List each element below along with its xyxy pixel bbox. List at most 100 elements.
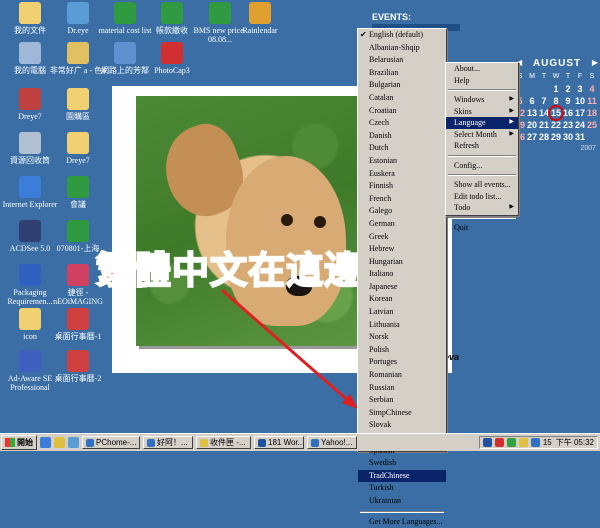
language-item[interactable]: French (358, 193, 446, 206)
context-menu-label: Refresh (454, 141, 479, 150)
start-button[interactable]: 開始 (1, 435, 37, 450)
context-menu-item[interactable]: Windows ▶ (446, 94, 518, 106)
language-item[interactable]: Belarusian (358, 54, 446, 67)
context-menu-label: Config... (454, 160, 483, 170)
language-item[interactable]: ✔ English (default) (358, 29, 446, 42)
language-item[interactable]: Russian (358, 382, 446, 395)
menu-separator (448, 89, 516, 91)
context-menu-item[interactable]: Config... (446, 160, 518, 172)
language-item-label: Galego (369, 206, 393, 216)
language-item[interactable]: Serbian (358, 394, 446, 407)
language-item-label: Korean (369, 294, 393, 304)
language-item-label: English (default) (369, 30, 423, 39)
language-item[interactable]: Romanian (358, 369, 446, 382)
language-item[interactable]: Estonian (358, 155, 446, 168)
context-menu-item[interactable]: Select Month ▶ (446, 129, 518, 141)
context-menu-item[interactable]: Skins ▶ (446, 106, 518, 118)
language-item-label: Ukrainian (369, 495, 401, 505)
menu-separator (448, 216, 516, 219)
taskbar-button[interactable]: 收件匣 -... (196, 436, 251, 449)
tray-icon[interactable] (518, 438, 528, 447)
language-item[interactable]: Hebrew (358, 243, 446, 256)
app-icon (258, 438, 266, 447)
language-item-label: German (369, 218, 395, 228)
language-item-label: Croatian (369, 105, 397, 115)
context-menu-label: Language (454, 118, 486, 127)
show-desktop-icon[interactable] (68, 437, 79, 448)
taskbar-button-label: Yahoo!... (321, 438, 353, 447)
taskbar-button[interactable]: Yahoo!... (307, 436, 357, 449)
language-item[interactable]: Ukrainian (358, 495, 446, 508)
context-menu-item[interactable]: Refresh (446, 140, 518, 152)
taskbar: 開始 PChome-... 好阿！... 收件匣 -... 181 Wor... Yah… (0, 433, 600, 451)
language-item-label: Turkish (369, 483, 394, 493)
language-menu: ✔ English (default) Albanian-Shqip Belarusi… (357, 28, 447, 526)
tray-icon[interactable] (482, 438, 492, 447)
language-item-label: Italiano (369, 269, 394, 279)
language-item-label: Polish (369, 344, 390, 354)
language-item-label: Serbian (369, 395, 394, 405)
language-item[interactable]: Bulgarian (358, 79, 446, 92)
taskbar-button[interactable]: 好阿！... (143, 436, 193, 449)
language-item[interactable]: Lithuania (358, 319, 446, 332)
language-item[interactable]: Brazilian (358, 67, 446, 80)
language-item[interactable]: Korean (358, 293, 446, 306)
language-item[interactable]: Czech (358, 117, 446, 130)
language-item-label: Dutch (369, 143, 389, 153)
language-item[interactable]: Italiano (358, 268, 446, 281)
tray-icon[interactable] (494, 438, 504, 447)
ie-quicklaunch-icon[interactable] (40, 437, 51, 448)
context-menu-item[interactable]: About... (446, 63, 518, 75)
language-item[interactable]: Japanese (358, 281, 446, 294)
language-item[interactable]: Portuges (358, 356, 446, 369)
context-menu-item[interactable]: Show all events... (446, 179, 518, 191)
submenu-arrow-icon: ▶ (509, 107, 514, 114)
language-item[interactable]: German (358, 218, 446, 231)
tray-number[interactable]: 15 (543, 438, 552, 447)
language-item-label: Catalan (369, 92, 394, 102)
menu-separator (448, 154, 516, 157)
language-item-label: Japanese (369, 281, 398, 291)
checkmark-icon: ✔ (360, 30, 367, 39)
context-menu-item[interactable]: Edit todo list... (446, 191, 518, 203)
language-item[interactable]: Finnish (358, 180, 446, 193)
language-item[interactable]: Swedish (358, 457, 446, 470)
language-item[interactable]: Latvian (358, 306, 446, 319)
language-item[interactable]: Polish (358, 344, 446, 357)
language-item[interactable]: Greek (358, 231, 446, 244)
language-item[interactable]: Hungarian (358, 256, 446, 269)
language-item[interactable]: Turkish (358, 482, 446, 495)
language-item[interactable]: Albanian-Shqip (358, 42, 446, 55)
taskbar-button[interactable]: PChome-... (82, 436, 140, 449)
tray-icon[interactable] (530, 438, 540, 447)
outlook-quicklaunch-icon[interactable] (54, 437, 65, 448)
context-menu-item[interactable]: Language ▶ (446, 117, 518, 129)
language-item[interactable]: Norsk (358, 331, 446, 344)
language-item[interactable]: Galego (358, 205, 446, 218)
taskbar-button-label: PChome-... (96, 438, 137, 447)
language-item-label: Czech (369, 118, 389, 128)
language-item[interactable]: Danish (358, 130, 446, 143)
taskbar-button[interactable]: 181 Wor... (254, 436, 304, 449)
context-menu-item[interactable]: Help (446, 75, 518, 87)
language-item[interactable]: TradChinese (358, 469, 446, 483)
language-item-label: Slovak (369, 420, 392, 430)
context-menu-item[interactable]: Quit (446, 222, 518, 234)
language-item[interactable]: SimpChinese (358, 407, 446, 420)
language-item[interactable]: Euskera (358, 168, 446, 181)
language-item-label: French (369, 193, 392, 203)
tray-icon[interactable] (506, 438, 516, 447)
menu-separator (448, 174, 516, 176)
submenu-arrow-icon: ▶ (509, 96, 514, 102)
language-item[interactable]: Dutch (358, 142, 446, 155)
clock[interactable]: 下午 05:32 (556, 437, 594, 448)
language-item-label: Estonian (369, 155, 397, 165)
language-item[interactable]: Catalan (358, 92, 446, 105)
app-icon (200, 438, 208, 447)
get-more-languages-item[interactable]: Get More Languages... (358, 516, 446, 528)
language-item[interactable]: Croatian (358, 105, 446, 118)
context-menu-label: Todo (454, 203, 471, 212)
language-item-label: Albanian-Shqip (369, 42, 420, 52)
language-item[interactable]: Slovak (358, 419, 446, 432)
context-menu-item[interactable]: Todo ▶ (446, 202, 518, 214)
